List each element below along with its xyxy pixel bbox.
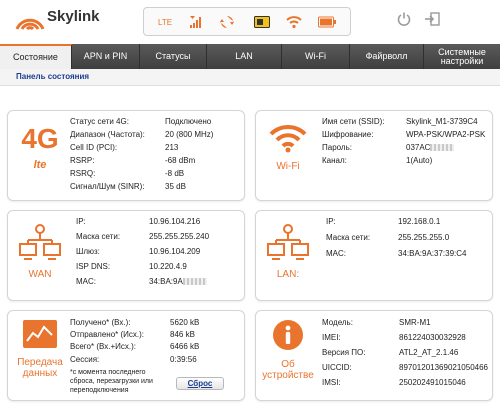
status-strip: LTE (143, 7, 351, 36)
logout-button[interactable] (425, 12, 441, 28)
brand-name: Skylink (47, 8, 100, 25)
battery-icon (318, 14, 336, 30)
logout-icon (425, 12, 440, 26)
lan-label: LAN: (276, 269, 300, 280)
traffic-chart-icon (23, 320, 57, 348)
lte-indicator: LTE (158, 14, 172, 30)
lte-text: LTE (158, 17, 173, 27)
panel-4g-icon: 4G lte (14, 123, 66, 172)
signal-bars-icon (189, 14, 203, 30)
panel-data-icon: Передача данных (14, 319, 66, 379)
reset-note: *с момента последнего сброса, перезагруз… (70, 369, 153, 394)
nav-item-wifi[interactable]: Wi-Fi (282, 44, 350, 69)
nav-item-system-settings[interactable]: Системные настройки (424, 44, 500, 69)
masked-value (430, 144, 455, 152)
sync-icon (220, 14, 234, 30)
wan-label: WAN (28, 269, 52, 280)
panel-wifi: Wi-Fi Имя сети (SSID): Skylink_M1-3739C4 … (255, 110, 493, 201)
skylink-logo[interactable]: Skylink (14, 6, 124, 36)
lan-network-icon (267, 224, 309, 260)
wifi-large-icon (269, 124, 307, 153)
sim-card-icon (254, 14, 270, 30)
nav-item-status[interactable]: Состояние (0, 44, 72, 69)
panel-lan: LAN: IP: 192.168.0.1 Маска сети: 255.255.2… (255, 210, 493, 301)
wan-network-icon (19, 224, 61, 260)
power-icon (397, 12, 411, 26)
panel-wan: WAN IP: 10.96.104.216 Маска сети: 255.255.… (7, 210, 245, 301)
wifi-label: Wi-Fi (276, 161, 300, 172)
data-transfer-label: Передача данных (17, 357, 63, 379)
panel-4g: 4G lte Статус сети 4G: Подключено Диапазо… (7, 110, 245, 201)
panel-data-transfer: Передача данных Получено* (Вх.): 5620 kB … (7, 310, 245, 401)
panel-device-icon: Об устройстве (262, 319, 314, 381)
nav-item-statuses[interactable]: Статусы (140, 44, 207, 69)
nav-item-apn-pin[interactable]: APN и PIN (72, 44, 140, 69)
page-title: Панель состояния (16, 72, 90, 81)
power-button[interactable] (397, 12, 411, 28)
breadcrumb: Панель состояния (0, 69, 500, 86)
panel-wan-icon: WAN (14, 223, 66, 280)
skylink-logo-icon (15, 18, 45, 31)
device-info-label: Об устройстве (262, 359, 314, 381)
info-icon (273, 320, 303, 350)
panel-lan-icon: LAN: (262, 223, 314, 280)
nav-item-lan[interactable]: LAN (207, 44, 282, 69)
header: Skylink LTE (0, 0, 500, 44)
wifi-icon (286, 14, 302, 30)
nav-item-firewall[interactable]: Файрволл (350, 44, 424, 69)
reset-button[interactable]: Сброс (176, 377, 224, 390)
masked-value (182, 278, 207, 286)
panel-device: Об устройстве Модель: SMR-M1 IMEI: 8612240… (255, 310, 493, 401)
4g-label: 4G (21, 123, 59, 154)
panel-wifi-icon: Wi-Fi (262, 121, 314, 172)
lte-logo: lte (33, 159, 47, 171)
main-nav: Состояние APN и PIN Статусы LAN Wi-Fi Фа… (0, 44, 500, 69)
